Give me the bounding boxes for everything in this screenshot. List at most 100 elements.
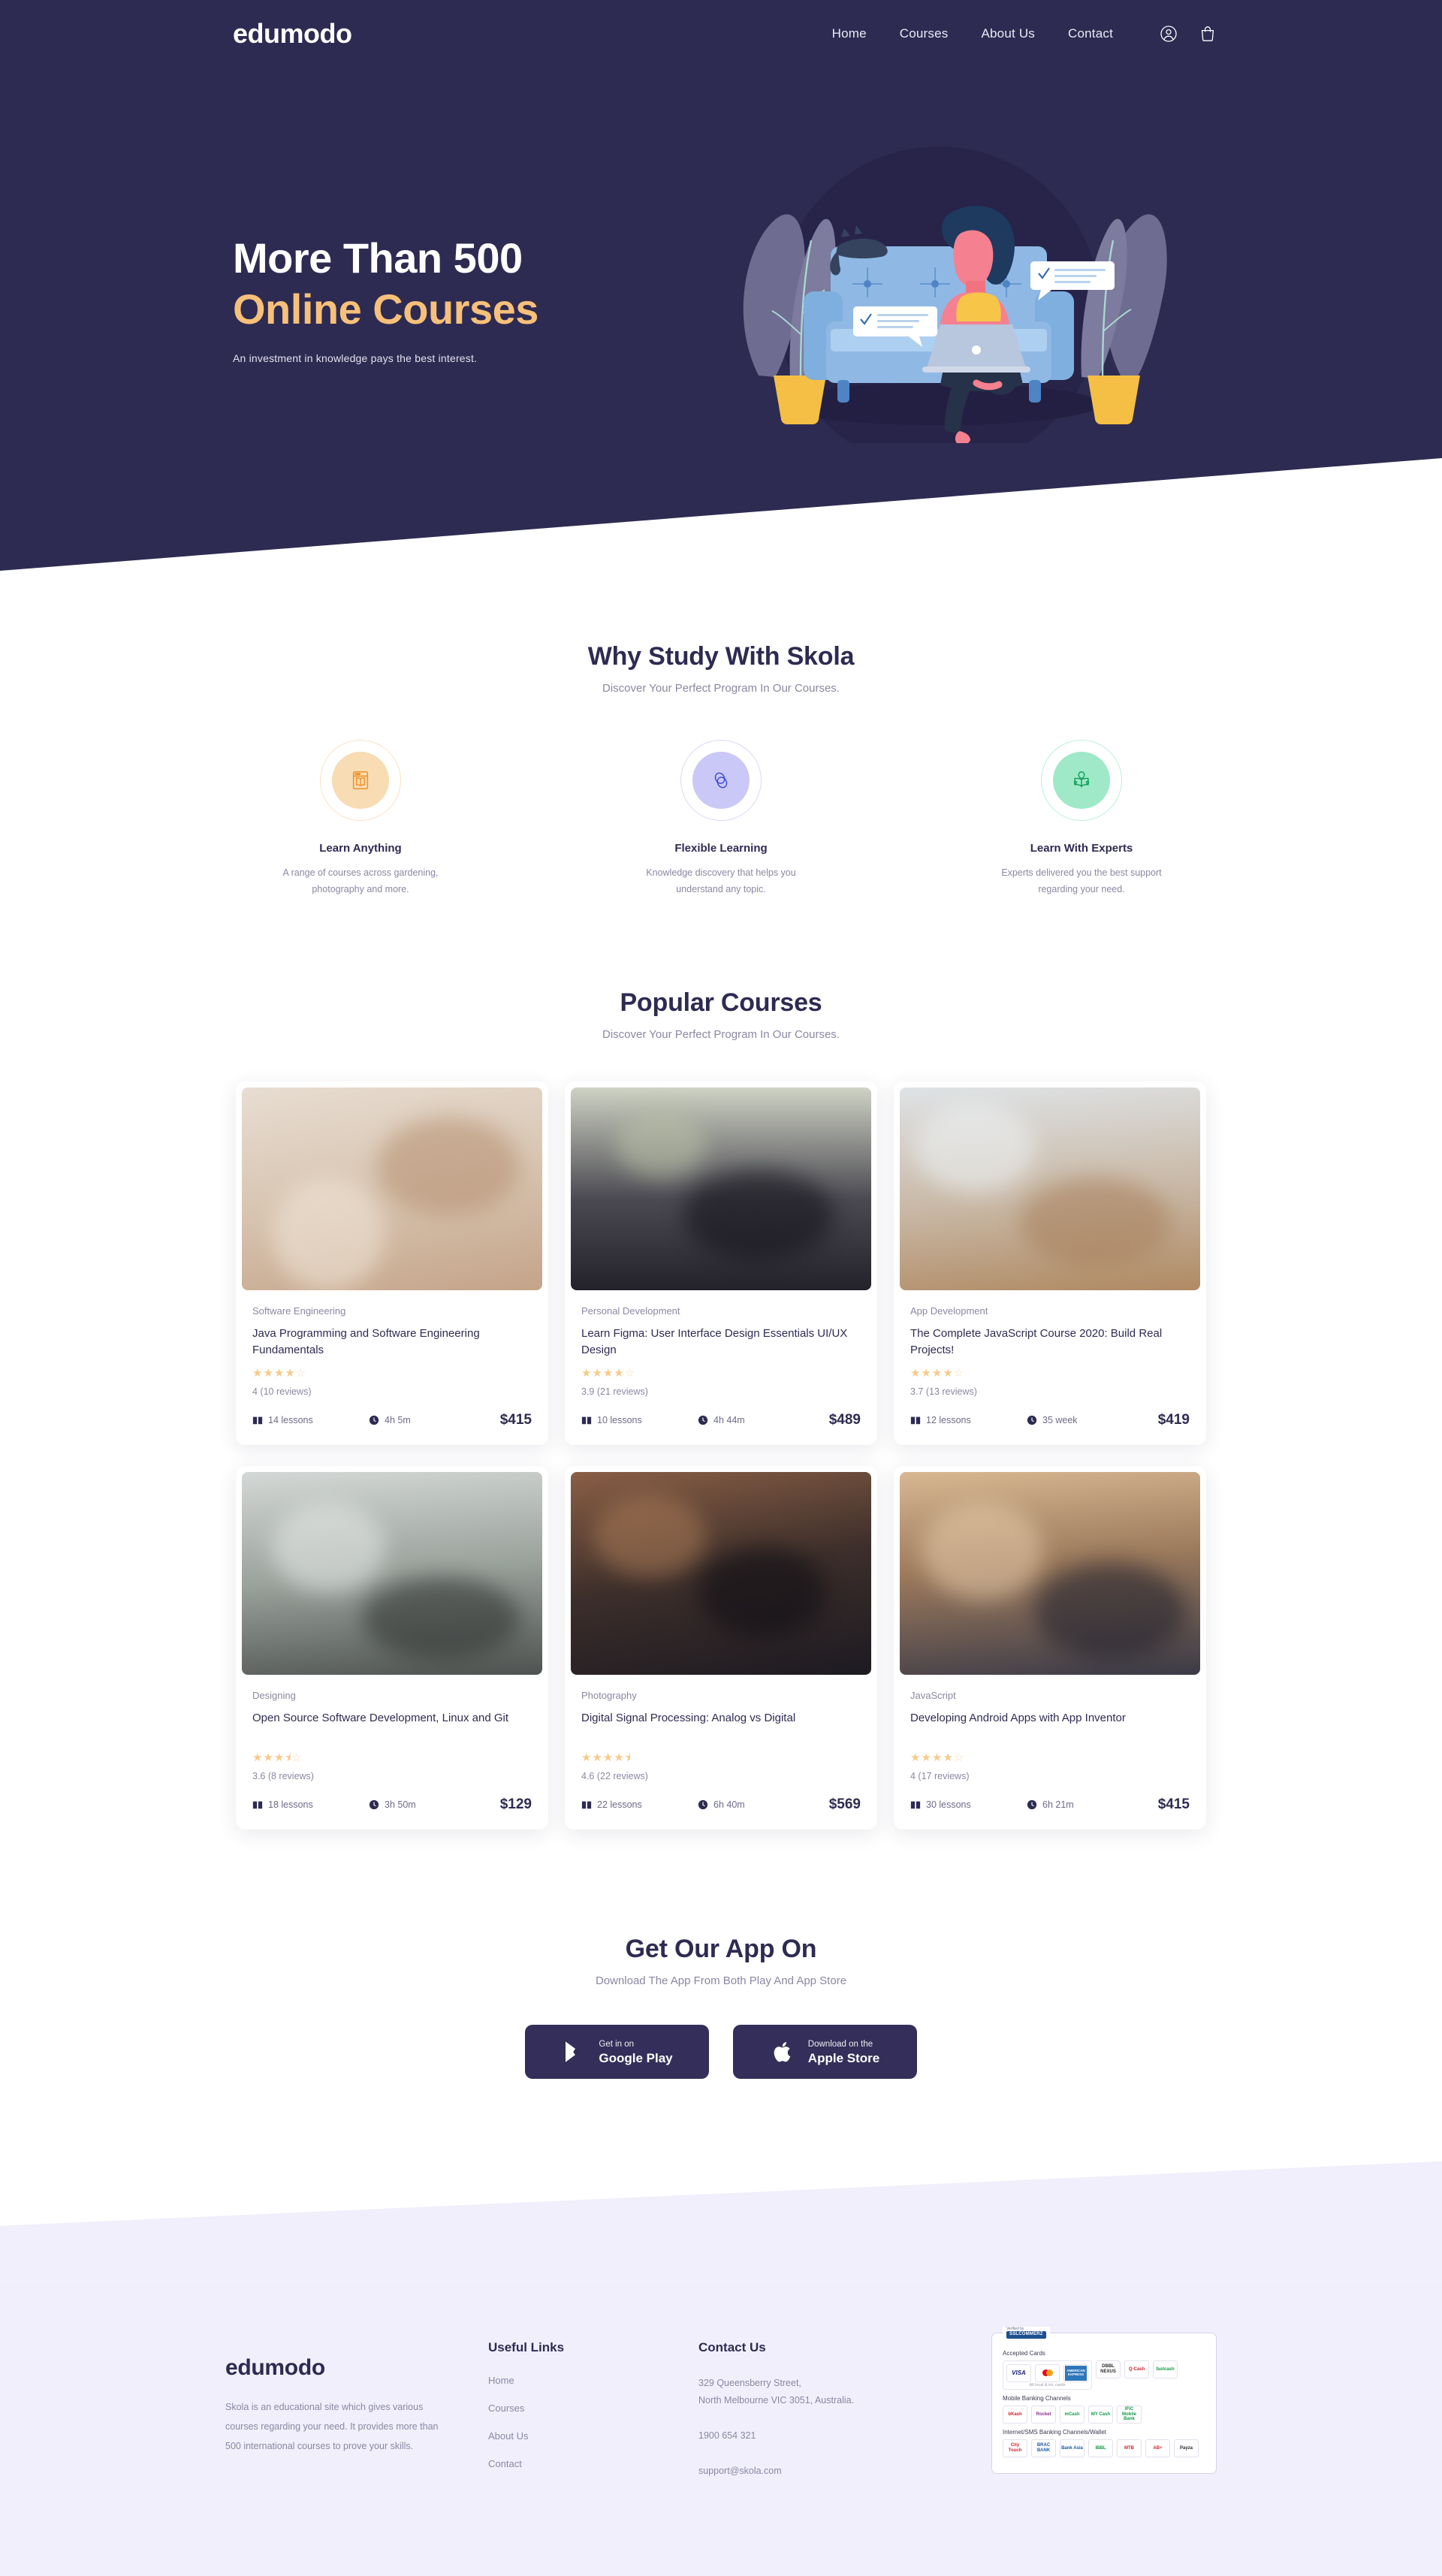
- course-card[interactable]: Personal Development Learn Figma: User I…: [565, 1081, 877, 1445]
- course-category: Personal Development: [581, 1305, 680, 1317]
- course-card[interactable]: Software Engineering Java Programming an…: [236, 1081, 548, 1445]
- google-play-big-label: Google Play: [599, 2051, 673, 2066]
- payza-label: Payza: [1179, 2445, 1193, 2451]
- course-lessons: 14 lessons: [252, 1415, 369, 1425]
- nav-link-courses[interactable]: Courses: [900, 26, 949, 41]
- course-card[interactable]: Photography Digital Signal Processing: A…: [565, 1465, 877, 1829]
- course-lessons: 30 lessons: [910, 1799, 1027, 1810]
- feature-title: Learn With Experts: [1030, 842, 1133, 855]
- course-card-body: Software Engineering Java Programming an…: [236, 1290, 548, 1445]
- course-rating-stars: ★★★★☆: [910, 1366, 965, 1380]
- course-meta: 30 lessons 6h 21m $415: [910, 1796, 1190, 1813]
- nav-icon-group: [1160, 25, 1217, 43]
- course-title[interactable]: Java Programming and Software Engineerin…: [252, 1326, 532, 1359]
- mycash-icon: MY Cash: [1088, 2405, 1113, 2424]
- footer-links-column: Useful Links Home Courses About Us Conta…: [473, 2327, 698, 2486]
- course-card-body: Personal Development Learn Figma: User I…: [565, 1290, 877, 1445]
- course-meta: 18 lessons 3h 50m $129: [252, 1796, 532, 1813]
- fastcash-label: fastcash: [1156, 2366, 1175, 2372]
- bank-asia-icon: Bank Asia: [1060, 2439, 1085, 2457]
- course-price: $415: [1157, 1796, 1190, 1812]
- rocket-icon: Rocket: [1031, 2405, 1056, 2424]
- nav-link-contact[interactable]: Contact: [1068, 26, 1113, 41]
- mastercard-icon: [1035, 2363, 1060, 2382]
- visa-label: VISA: [1012, 2369, 1026, 2376]
- footer-phone[interactable]: 1900 654 321: [698, 2427, 954, 2445]
- ab-bank-label: AB+: [1153, 2445, 1163, 2451]
- course-lessons: 22 lessons: [581, 1799, 698, 1810]
- feature-desc-line1: Knowledge discovery that helps you: [646, 867, 796, 878]
- course-card[interactable]: JavaScript Developing Android Apps with …: [894, 1465, 1206, 1829]
- mtb-label: MTB: [1124, 2445, 1134, 2451]
- footer-link-contact[interactable]: Contact: [488, 2458, 698, 2469]
- course-price: $489: [828, 1411, 861, 1428]
- open-book-icon: [581, 1415, 592, 1425]
- course-title[interactable]: The Complete JavaScript Course 2020: Bui…: [910, 1326, 1190, 1359]
- nav-link-about-us[interactable]: About Us: [981, 26, 1035, 41]
- footer-content: edumodo Skola is an educational site whi…: [225, 2326, 1217, 2486]
- google-play-small-label: Get in on: [599, 2040, 635, 2050]
- why-study-subtitle: Discover Your Perfect Program In Our Cou…: [602, 682, 840, 695]
- footer-logo[interactable]: edumodo: [225, 2355, 473, 2381]
- course-title[interactable]: Digital Signal Processing: Analog vs Dig…: [581, 1710, 861, 1743]
- course-duration-label: 6h 40m: [713, 1799, 745, 1810]
- site-logo[interactable]: edumodo: [233, 18, 352, 50]
- footer-link-home[interactable]: Home: [488, 2375, 698, 2386]
- course-category: Designing: [252, 1689, 296, 1701]
- mobile-banking-label: Mobile Banking Channels: [1003, 2394, 1071, 2402]
- bkash-icon: bKash: [1003, 2405, 1027, 2424]
- course-title[interactable]: Open Source Software Development, Linux …: [252, 1710, 532, 1743]
- google-play-button[interactable]: Get in on Google Play: [525, 2024, 709, 2079]
- course-thumbnail: [242, 1471, 542, 1675]
- clock-icon: [698, 1799, 708, 1810]
- bkash-label: bKash: [1008, 2412, 1022, 2417]
- hero-heading-line2: Online Courses: [233, 285, 538, 333]
- feature-desc-line2: regarding your need.: [1038, 883, 1125, 894]
- footer-link-courses[interactable]: Courses: [488, 2403, 698, 2414]
- course-price: $419: [1157, 1411, 1190, 1428]
- footer-email[interactable]: support@skola.com: [698, 2463, 954, 2480]
- course-duration-label: 3h 50m: [385, 1799, 416, 1810]
- footer-contact-column: Contact Us 329 Queensberry Street, North…: [698, 2327, 954, 2481]
- sslcommerz-badge-label: SSLCOMMERZ: [1006, 2330, 1046, 2339]
- footer-link-about-us[interactable]: About Us: [488, 2430, 698, 2442]
- apple-store-button[interactable]: Download on the Apple Store: [733, 2024, 917, 2079]
- main-navigation: edumodo Home Courses About Us Contact: [0, 0, 1442, 68]
- course-card[interactable]: Designing Open Source Software Developme…: [236, 1465, 548, 1829]
- course-title[interactable]: Learn Figma: User Interface Design Essen…: [581, 1326, 861, 1359]
- shopping-bag-icon[interactable]: [1199, 25, 1217, 43]
- footer-brand-column: edumodo Skola is an educational site whi…: [225, 2327, 473, 2457]
- course-rating-stars: ★★★★⯨: [581, 1751, 632, 1764]
- ific-mobile-bank-icon: IFIC Mobile Bank: [1117, 2405, 1142, 2424]
- footer-links-heading: Useful Links: [488, 2339, 565, 2354]
- course-rating-text: 3.7 (13 reviews): [910, 1386, 977, 1397]
- footer-about-text: Skola is an educational site which gives…: [225, 2401, 439, 2452]
- course-category: App Development: [910, 1305, 988, 1317]
- footer-diagonal-divider: [0, 2161, 1442, 2282]
- person-reading-book-icon: [1053, 752, 1110, 809]
- nav-link-home[interactable]: Home: [832, 26, 867, 41]
- dbbl-nexus-label: DBBL NEXUS: [1100, 2364, 1116, 2374]
- hero-subtitle: An investment in knowledge pays the best…: [233, 351, 478, 364]
- store-button-row: Get in on Google Play Download on the Ap…: [0, 2024, 1442, 2079]
- course-title[interactable]: Developing Android Apps with App Invento…: [910, 1710, 1190, 1743]
- footer-payments-column: Verified by SSLCOMMERZ Accepted Cards VI…: [954, 2326, 1217, 2474]
- feature-title: Flexible Learning: [674, 842, 768, 855]
- course-rating-text: 3.9 (21 reviews): [581, 1386, 648, 1397]
- get-app-subtitle: Download The App From Both Play And App …: [595, 1974, 847, 1987]
- feature-desc-line1: Experts delivered you the best support: [1001, 867, 1162, 878]
- course-thumbnail: [242, 1087, 542, 1290]
- sslcommerz-verified-label: Verified by: [1006, 2326, 1024, 2331]
- course-card[interactable]: App Development The Complete JavaScript …: [894, 1081, 1206, 1445]
- mcash-icon: mCash: [1060, 2405, 1085, 2424]
- feature-card-learn-with-experts: Learn With Experts Experts delivered you…: [958, 740, 1205, 898]
- course-lessons: 10 lessons: [581, 1415, 698, 1425]
- visa-card-icon: VISA: [1006, 2363, 1031, 2382]
- course-lessons-label: 10 lessons: [597, 1414, 642, 1425]
- open-book-icon: [910, 1415, 921, 1425]
- ific-label: IFIC Mobile Bank: [1122, 2407, 1136, 2421]
- clock-icon: [698, 1415, 708, 1425]
- dbbl-nexus-icon: DBBL NEXUS: [1096, 2360, 1121, 2378]
- user-account-icon[interactable]: [1160, 25, 1178, 43]
- course-category: JavaScript: [910, 1689, 956, 1701]
